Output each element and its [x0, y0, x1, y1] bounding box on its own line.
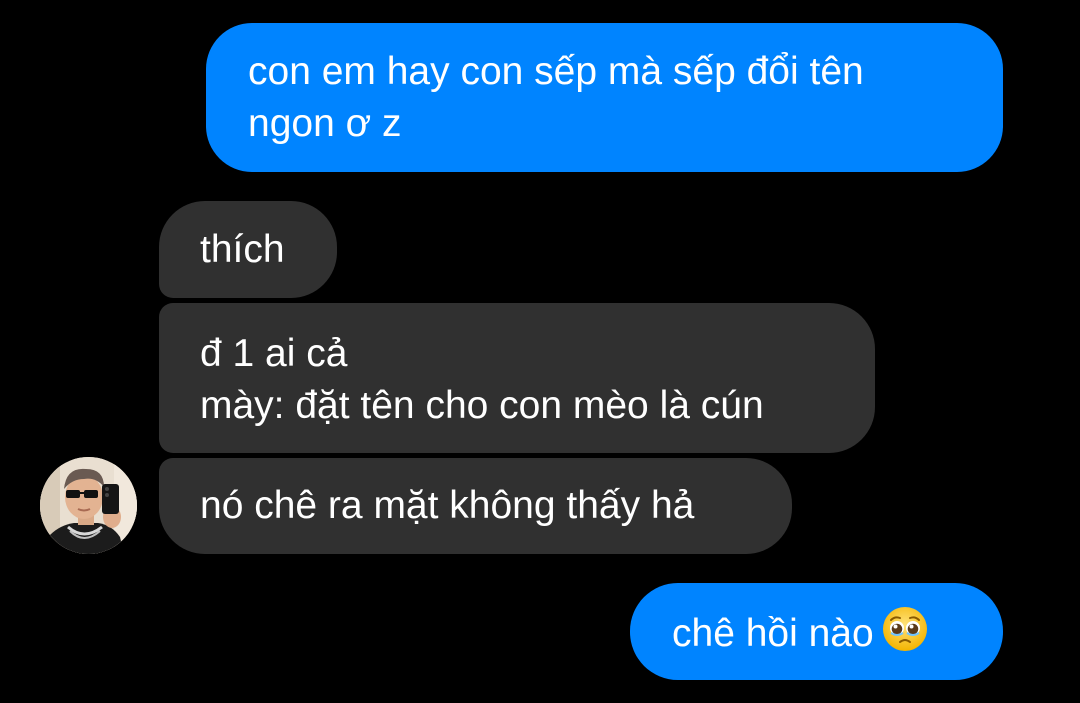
message-text-line: ngon ơ z: [248, 102, 402, 145]
received-message-bubble[interactable]: nó chê ra mặt không thấy hả: [159, 458, 792, 554]
message-text-line: con em hay con sếp mà sếp đổi tên: [248, 50, 864, 93]
message-text-line: mày: đặt tên cho con mèo là cún: [200, 384, 764, 427]
message-text-line: thích: [200, 228, 285, 271]
sent-message-bubble[interactable]: chê hồi nào: [630, 583, 1003, 680]
received-message-bubble[interactable]: thích: [159, 201, 337, 298]
message-text: chê hồi nào: [672, 612, 874, 655]
message-text-line: chê hồi nào: [672, 606, 1003, 666]
contact-avatar[interactable]: [40, 457, 137, 554]
message-text-line: đ 1 ai cả: [200, 332, 348, 375]
received-message-bubble[interactable]: đ 1 ai cả mày: đặt tên cho con mèo là cú…: [159, 303, 875, 453]
sent-message-bubble[interactable]: con em hay con sếp mà sếp đổi tên ngon ơ…: [206, 23, 1003, 172]
pleading-face-icon: [882, 606, 928, 666]
avatar-photo: [40, 457, 137, 554]
message-text-line: nó chê ra mặt không thấy hả: [200, 484, 695, 527]
